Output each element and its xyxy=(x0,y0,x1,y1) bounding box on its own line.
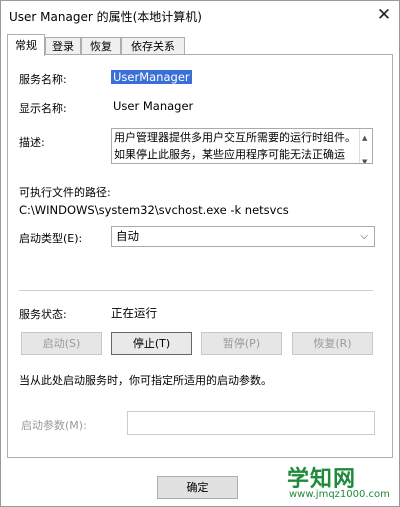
window-title: User Manager 的属性(本地计算机) xyxy=(9,10,202,24)
tab-general[interactable]: 常规 xyxy=(7,34,45,56)
title-bar: User Manager 的属性(本地计算机) ✕ xyxy=(1,1,399,31)
startup-type-value: 自动 xyxy=(116,229,139,243)
start-params-hint: 当从此处启动服务时，你可指定所适用的启动参数。 xyxy=(19,374,272,387)
display-name-label: 显示名称: xyxy=(19,102,67,115)
service-status-label: 服务状态: xyxy=(19,308,67,321)
path-value: C:\WINDOWS\system32\svchost.exe -k netsv… xyxy=(19,203,289,217)
startup-type-select[interactable]: 自动 ⌵ xyxy=(111,226,375,247)
watermark-url: www.jmqz1000.com xyxy=(289,489,390,500)
service-status-value: 正在运行 xyxy=(111,306,157,320)
description-box[interactable]: 用户管理器提供多用户交互所需要的运行时组件。如果停止此服务，某些应用程序可能无法… xyxy=(111,128,373,164)
service-name-label: 服务名称: xyxy=(19,73,67,86)
service-name-value[interactable]: UserManager xyxy=(111,70,192,84)
divider xyxy=(19,290,373,291)
ok-button[interactable]: 确定 xyxy=(157,476,238,499)
pause-button[interactable]: 暂停(P) xyxy=(201,332,282,355)
stop-button[interactable]: 停止(T) xyxy=(111,332,192,355)
chevron-down-icon: ⌵ xyxy=(360,231,368,242)
tab-logon[interactable]: 登录 xyxy=(45,37,81,55)
startup-type-label: 启动类型(E): xyxy=(19,232,83,245)
start-params-input[interactable] xyxy=(127,411,375,435)
description-label: 描述: xyxy=(19,136,45,149)
display-name-value: User Manager xyxy=(113,99,194,113)
properties-dialog: User Manager 的属性(本地计算机) ✕ 常规 登录 恢复 依存关系 … xyxy=(0,0,400,507)
tab-dependencies[interactable]: 依存关系 xyxy=(121,37,185,55)
start-button[interactable]: 启动(S) xyxy=(21,332,102,355)
description-scrollbar[interactable]: ▲ ▼ xyxy=(359,129,372,163)
service-name-text: UserManager xyxy=(111,70,192,84)
scroll-up-icon[interactable]: ▲ xyxy=(362,130,367,147)
start-params-label: 启动参数(M): xyxy=(21,419,87,432)
tab-recovery[interactable]: 恢复 xyxy=(81,37,121,55)
description-text: 用户管理器提供多用户交互所需要的运行时组件。如果停止此服务，某些应用程序可能无法… xyxy=(114,131,356,161)
scroll-down-icon[interactable]: ▼ xyxy=(362,154,367,163)
close-icon[interactable]: ✕ xyxy=(371,3,397,27)
path-label: 可执行文件的路径: xyxy=(19,186,111,199)
resume-button[interactable]: 恢复(R) xyxy=(292,332,373,355)
